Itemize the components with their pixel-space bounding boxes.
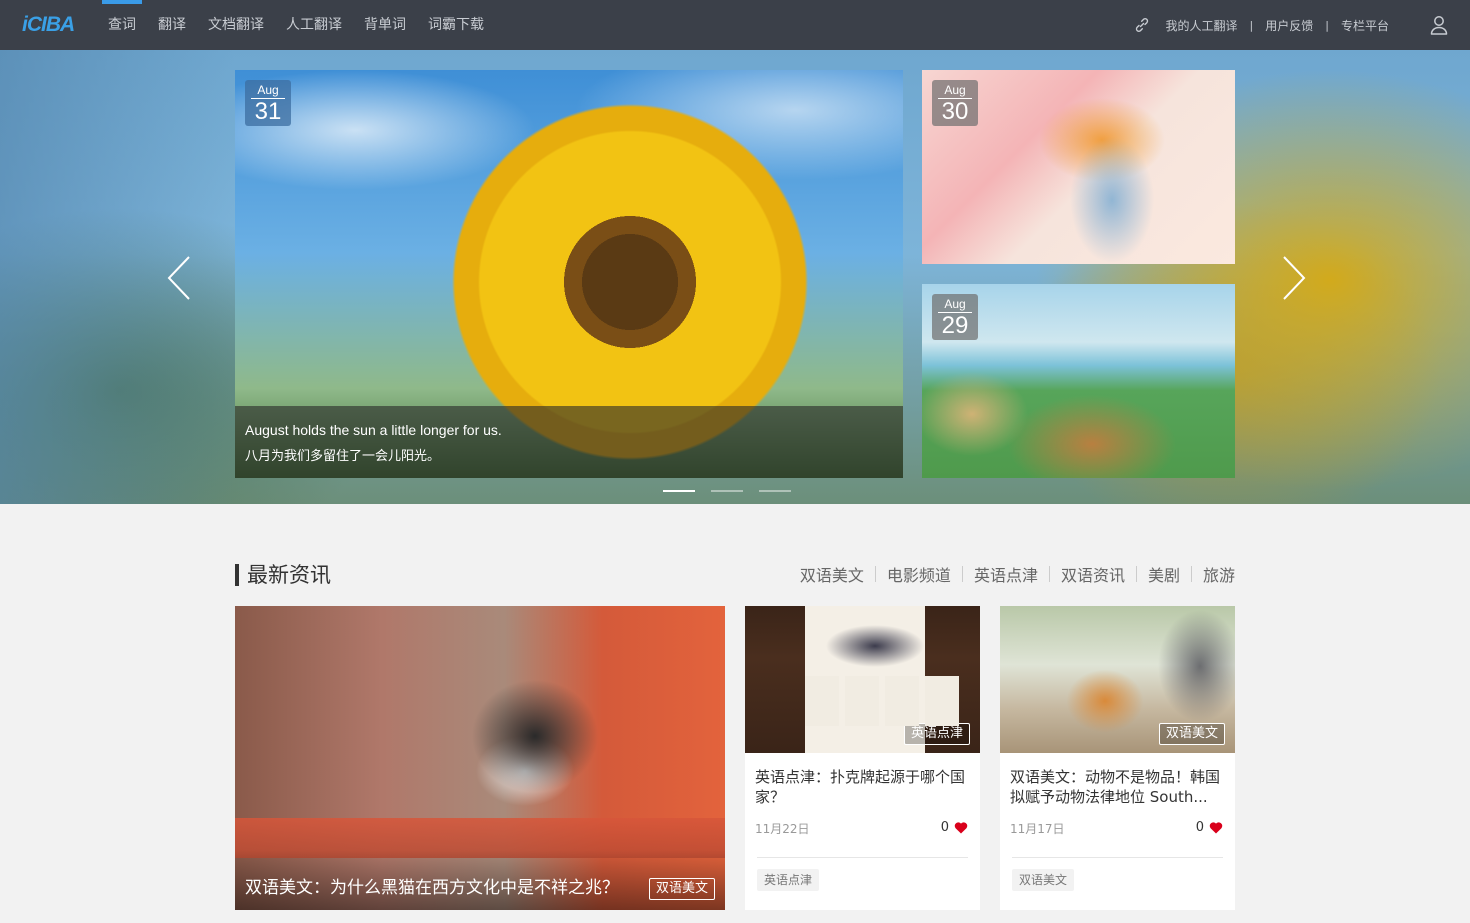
side-daily-card[interactable]: Aug 29 <box>922 284 1235 478</box>
featured-daily-card[interactable]: Aug 31 August holds the sun a little lon… <box>235 70 903 478</box>
category-tag: 双语美文 <box>1158 723 1225 745</box>
news-date: 11月22日 <box>755 822 810 836</box>
carousel-dot[interactable] <box>711 490 743 492</box>
feedback-link[interactable]: 用户反馈 <box>1265 17 1313 34</box>
banner-background <box>0 50 235 504</box>
daily-sentence-banner: Aug 31 August holds the sun a little lon… <box>0 50 1470 504</box>
category-tag: 英语点津 <box>903 723 970 745</box>
nav-download[interactable]: 词霸下载 <box>417 0 495 50</box>
header-separator: | <box>1249 18 1254 32</box>
date-day: 29 <box>941 312 969 339</box>
card-divider <box>757 857 968 858</box>
section-title: 最新资讯 <box>247 563 331 587</box>
date-month: Aug <box>257 83 279 97</box>
category-divider <box>1135 566 1137 582</box>
date-badge: Aug 29 <box>932 294 978 340</box>
section-marker <box>235 564 239 586</box>
news-title: 英语点津：扑克牌起源于哪个国家？ <box>755 768 966 806</box>
date-day: 30 <box>941 98 969 125</box>
caption-chinese: 八月为我们多留住了一会儿阳光。 <box>245 449 441 464</box>
date-badge: Aug 30 <box>932 80 978 126</box>
category-pill[interactable]: 双语美文 <box>1012 869 1075 891</box>
category-divider <box>1048 566 1050 582</box>
main-nav: 查词 翻译 文档翻译 人工翻译 背单词 词霸下载 <box>97 0 495 50</box>
carousel-dot[interactable] <box>759 490 791 492</box>
nav-lookup[interactable]: 查词 <box>97 0 147 50</box>
category-english-tips[interactable]: 英语点津 <box>974 562 1038 586</box>
chevron-right-icon[interactable] <box>1278 255 1308 301</box>
nav-document-translate[interactable]: 文档翻译 <box>197 0 275 50</box>
feature-caption: August holds the sun a little longer for… <box>235 406 903 478</box>
like-button[interactable]: 0 <box>1196 820 1223 835</box>
news-title: 双语美文：动物不是物品！韩国拟赋予动物法律地位 South... <box>1010 768 1221 806</box>
featured-news-card[interactable]: 双语美文：为什么黑猫在西方文化中是不祥之兆？ 双语美文 <box>235 606 725 910</box>
like-button[interactable]: 0 <box>941 820 968 835</box>
category-divider <box>961 566 963 582</box>
news-categories: 双语美文 电影频道 英语点津 双语资讯 美剧 旅游 <box>800 562 1235 586</box>
card-image: 英语点津 <box>745 606 980 753</box>
date-badge: Aug 31 <box>245 80 291 126</box>
category-divider <box>1190 566 1192 582</box>
category-bilingual-news[interactable]: 双语资讯 <box>1061 562 1125 586</box>
date-day: 31 <box>254 98 282 125</box>
category-travel[interactable]: 旅游 <box>1203 562 1235 586</box>
category-divider <box>874 566 876 582</box>
date-month: Aug <box>944 297 966 311</box>
side-daily-card[interactable]: Aug 30 <box>922 70 1235 264</box>
news-date: 11月17日 <box>1010 822 1065 836</box>
like-count: 0 <box>940 820 949 835</box>
card-divider <box>1012 857 1223 858</box>
my-human-translation-link[interactable]: 我的人工翻译 <box>1166 17 1238 34</box>
latest-news-header: 最新资讯 双语美文 电影频道 英语点津 双语资讯 美剧 旅游 <box>235 560 1235 590</box>
header-separator: | <box>1325 18 1329 32</box>
header-right: 我的人工翻译 | 用户反馈 | 专栏平台 <box>1132 0 1470 50</box>
date-month: Aug <box>944 83 966 97</box>
nav-vocabulary[interactable]: 背单词 <box>353 0 417 50</box>
category-movie[interactable]: 电影频道 <box>887 562 951 586</box>
user-icon[interactable] <box>1429 15 1449 35</box>
like-count: 0 <box>1195 820 1204 835</box>
caption-english: August holds the sun a little longer for… <box>245 422 502 438</box>
nav-translate[interactable]: 翻译 <box>147 0 197 50</box>
chevron-left-icon[interactable] <box>165 255 195 301</box>
carousel-dot[interactable] <box>663 490 695 492</box>
category-bilingual-essay[interactable]: 双语美文 <box>800 562 864 586</box>
link-icon[interactable] <box>1132 15 1152 35</box>
nav-human-translate[interactable]: 人工翻译 <box>275 0 353 50</box>
news-card[interactable]: 双语美文 双语美文：动物不是物品！韩国拟赋予动物法律地位 South... 11… <box>1000 606 1235 910</box>
heart-icon <box>1209 822 1223 834</box>
card-image: 双语美文 <box>1000 606 1235 753</box>
column-platform-link[interactable]: 专栏平台 <box>1341 17 1389 34</box>
iciba-logo[interactable]: iCIBA <box>22 13 75 37</box>
news-card[interactable]: 英语点津 英语点津：扑克牌起源于哪个国家？ 11月22日 0 英语点津 <box>745 606 980 910</box>
top-navigation-bar: iCIBA 查词 翻译 文档翻译 人工翻译 背单词 词霸下载 我的人工翻译 | … <box>0 0 1470 50</box>
category-tv-series[interactable]: 美剧 <box>1148 562 1180 586</box>
category-tag: 双语美文 <box>648 878 715 900</box>
featured-news-title: 双语美文：为什么黑猫在西方文化中是不祥之兆？ <box>245 878 619 898</box>
category-pill[interactable]: 英语点津 <box>757 869 820 891</box>
heart-icon <box>954 822 968 834</box>
carousel-indicators <box>663 490 807 492</box>
